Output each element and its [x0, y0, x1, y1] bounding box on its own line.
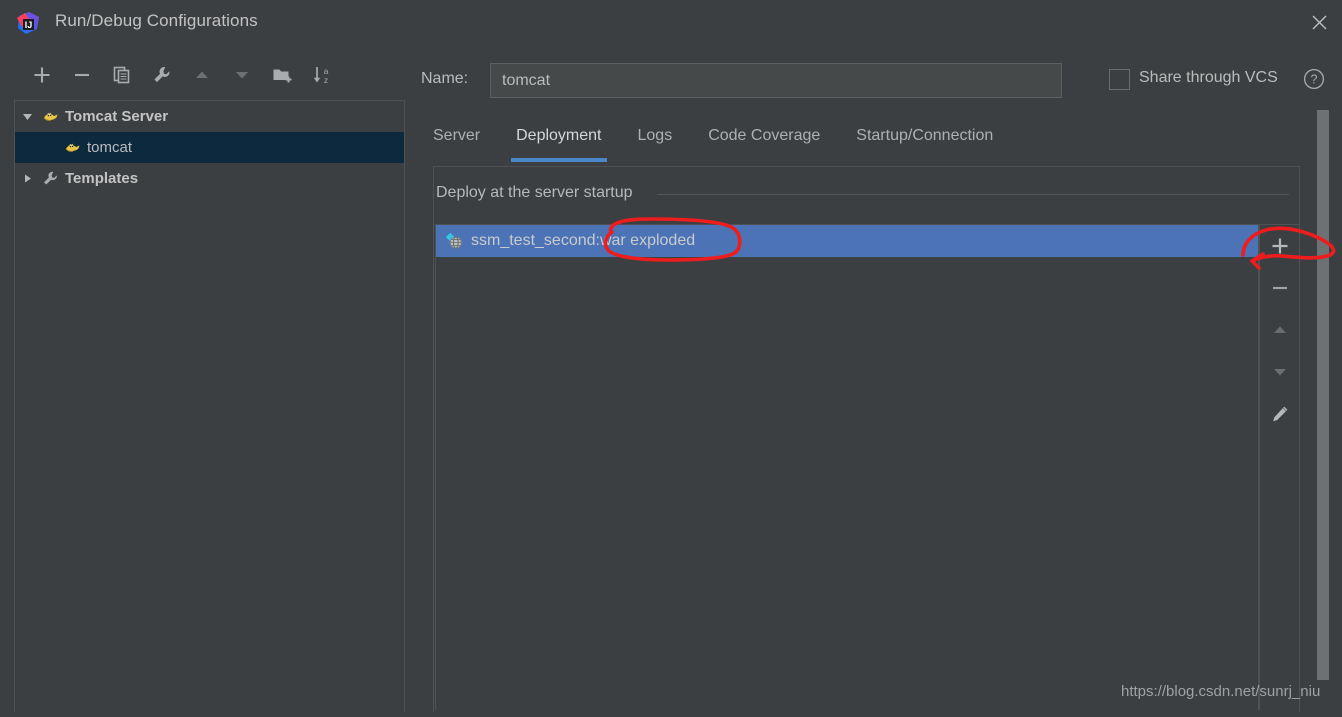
triangle-right-icon[interactable] [15, 172, 39, 185]
edit-templates-button[interactable] [142, 57, 182, 93]
plus-icon [1270, 236, 1290, 256]
triangle-down-icon[interactable] [15, 110, 39, 123]
svg-text:z: z [324, 75, 328, 85]
folder-add-icon [272, 65, 293, 85]
minus-icon [1270, 278, 1290, 298]
window-title: Run/Debug Configurations [55, 11, 258, 30]
remove-artifact-button[interactable] [1260, 267, 1300, 309]
move-down-button[interactable] [222, 57, 262, 93]
move-artifact-up-button[interactable] [1260, 309, 1300, 351]
tab-logs[interactable]: Logs [638, 123, 673, 155]
section-divider [657, 194, 1289, 195]
tab-deployment[interactable]: Deployment [511, 123, 607, 162]
wrench-icon [152, 65, 172, 85]
question-mark-icon[interactable]: ? [1303, 68, 1325, 90]
deployment-panel: Deploy at the server startup ssm_test_se… [433, 166, 1300, 712]
tree-node-templates[interactable]: Templates [15, 163, 404, 194]
pencil-icon [1270, 404, 1290, 424]
configurations-tree: Tomcat Server tomcat Templates [14, 100, 405, 712]
title-bar: IJ Run/Debug Configurations [0, 0, 1342, 47]
wrench-icon [39, 170, 61, 187]
add-configuration-button[interactable] [22, 57, 62, 93]
tree-node-tomcat-server[interactable]: Tomcat Server [15, 101, 404, 132]
minus-icon [72, 65, 92, 85]
arrow-up-icon [192, 65, 212, 85]
tomcat-icon [61, 140, 83, 155]
configurations-toolbar: a z [0, 50, 405, 100]
tree-node-label: Templates [65, 170, 139, 187]
deploy-section-heading: Deploy at the server startup [436, 184, 633, 201]
tomcat-icon [39, 109, 61, 124]
copy-icon [112, 65, 132, 85]
move-up-button[interactable] [182, 57, 222, 93]
tree-node-label: Tomcat Server [65, 108, 169, 125]
intellij-idea-logo-icon: IJ [16, 11, 41, 36]
tree-node-tomcat[interactable]: tomcat [15, 132, 404, 163]
arrow-up-icon [1270, 320, 1290, 340]
new-folder-button[interactable] [262, 57, 302, 93]
edit-artifact-button[interactable] [1260, 393, 1300, 435]
sort-configurations-button[interactable]: a z [302, 57, 342, 93]
name-input[interactable]: tomcat [490, 63, 1062, 98]
watermark-url: https://blog.csdn.net/sunrj_niu [1121, 683, 1321, 700]
deployment-artifacts-list[interactable]: ssm_test_second:war exploded [435, 224, 1259, 710]
tab-startup-connection[interactable]: Startup/Connection [856, 123, 993, 155]
copy-configuration-button[interactable] [102, 57, 142, 93]
svg-text:IJ: IJ [25, 20, 33, 30]
svg-text:?: ? [1311, 73, 1318, 87]
add-artifact-button[interactable] [1260, 225, 1300, 267]
configuration-tabs: Server Deployment Logs Code Coverage Sta… [433, 123, 1029, 162]
tree-node-label: tomcat [87, 139, 133, 156]
plus-icon [32, 65, 52, 85]
tab-server[interactable]: Server [433, 123, 480, 155]
vertical-scrollbar-thumb[interactable] [1317, 110, 1329, 680]
arrow-down-icon [232, 65, 252, 85]
sort-alpha-icon: a z [311, 64, 333, 86]
close-icon[interactable] [1296, 0, 1342, 44]
share-through-vcs-checkbox[interactable] [1109, 69, 1130, 90]
list-item-label: ssm_test_second:war exploded [471, 232, 696, 249]
deployment-actions-toolbar [1259, 224, 1299, 710]
name-label: Name: [421, 70, 469, 87]
move-artifact-down-button[interactable] [1260, 351, 1300, 393]
share-through-vcs-label[interactable]: Share through VCS [1139, 69, 1278, 87]
list-item[interactable]: ssm_test_second:war exploded [436, 225, 1258, 257]
remove-configuration-button[interactable] [62, 57, 102, 93]
tab-code-coverage[interactable]: Code Coverage [708, 123, 820, 155]
arrow-down-icon [1270, 362, 1290, 382]
artifact-web-icon [444, 231, 464, 251]
